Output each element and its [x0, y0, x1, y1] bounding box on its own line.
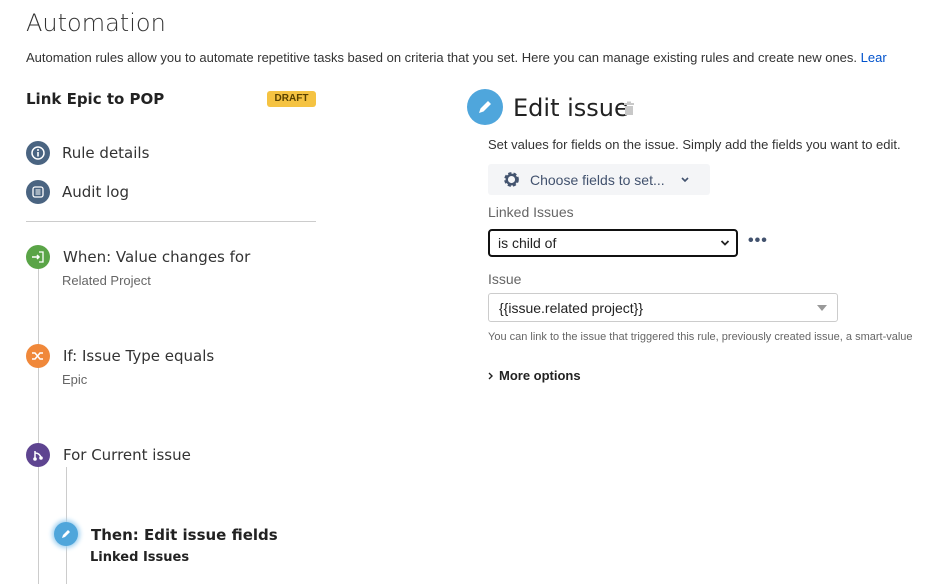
linked-issues-value: is child of [498, 235, 557, 251]
linked-issues-label: Linked Issues [488, 204, 574, 220]
timeline-line [38, 268, 39, 584]
step-trigger-subtitle: Related Project [62, 273, 151, 288]
info-icon [26, 141, 50, 165]
choose-fields-label: Choose fields to set... [530, 171, 665, 188]
editor-description: Set values for fields on the issue. Simp… [488, 137, 901, 152]
more-actions-icon[interactable]: ••• [748, 233, 768, 249]
learn-more-link[interactable]: Lear [861, 50, 887, 65]
trigger-icon [26, 245, 50, 269]
edit-issue-icon [467, 89, 503, 125]
linked-issues-select[interactable]: is child of [488, 229, 738, 257]
issue-help-text: You can link to the issue that triggered… [488, 331, 913, 343]
sidebar-item-audit-log[interactable]: Audit log [62, 183, 129, 201]
sidebar-item-rule-details[interactable]: Rule details [62, 144, 149, 162]
chevron-down-icon [681, 176, 689, 182]
step-trigger[interactable]: When: Value changes for [63, 248, 250, 266]
caret-down-icon [817, 304, 827, 311]
list-icon [26, 180, 50, 204]
rule-name: Link Epic to POP [26, 90, 165, 108]
chevron-down-icon [720, 240, 730, 246]
issue-input[interactable]: {{issue.related project}} [488, 293, 838, 322]
issue-label: Issue [488, 271, 522, 287]
more-options-toggle[interactable]: More options [488, 368, 581, 383]
chevron-right-icon [488, 372, 493, 379]
pencil-icon [54, 522, 78, 546]
page-description: Automation rules allow you to automate r… [26, 50, 887, 65]
editor-title: Edit issue [513, 94, 629, 122]
shuffle-icon [26, 344, 50, 368]
divider [26, 221, 316, 222]
step-action[interactable]: Then: Edit issue fields [91, 526, 278, 544]
description-text: Automation rules allow you to automate r… [26, 50, 858, 65]
trash-icon[interactable] [623, 101, 635, 120]
choose-fields-button[interactable]: Choose fields to set... [488, 164, 710, 195]
gear-icon [504, 172, 519, 187]
step-branch[interactable]: For Current issue [63, 446, 191, 464]
step-condition-subtitle: Epic [62, 372, 88, 387]
issue-value: {{issue.related project}} [499, 299, 643, 316]
more-options-label: More options [499, 368, 581, 383]
step-action-subtitle: Linked Issues [90, 550, 190, 565]
page-title: Automation [26, 9, 166, 37]
step-condition[interactable]: If: Issue Type equals [63, 347, 214, 365]
status-badge: DRAFT [267, 91, 316, 107]
branch-icon [26, 443, 50, 467]
